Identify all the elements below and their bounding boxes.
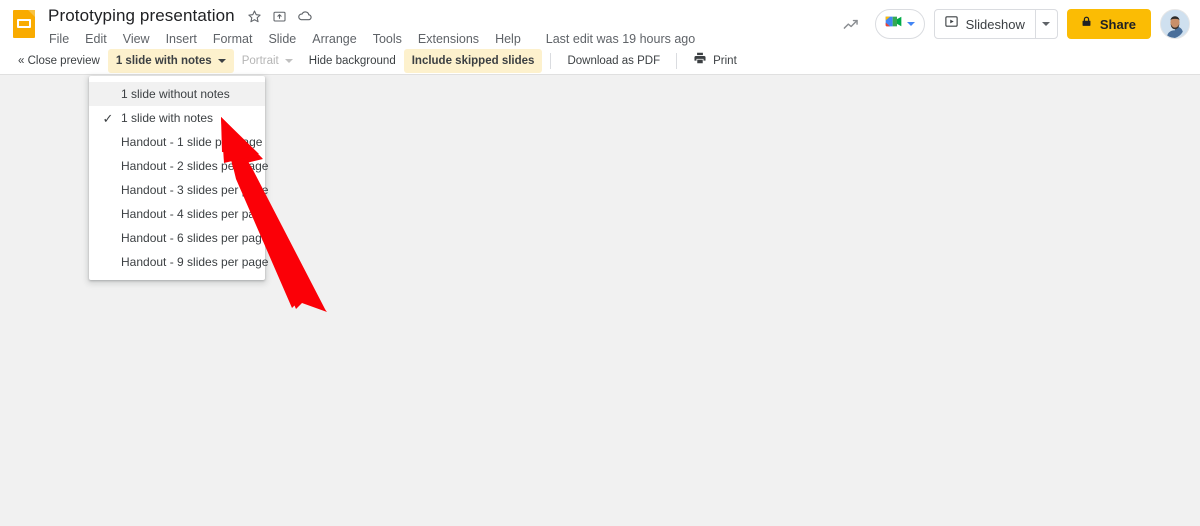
menu-item-slide[interactable]: Slide bbox=[267, 30, 297, 48]
orientation-select-label: Portrait bbox=[241, 55, 279, 67]
print-button[interactable]: Print bbox=[685, 48, 745, 74]
chevron-down-icon bbox=[1042, 22, 1051, 26]
slideshow-button-group: Slideshow bbox=[933, 9, 1058, 39]
menu-option-label: 1 slide with notes bbox=[121, 111, 214, 125]
menu-item-insert[interactable]: Insert bbox=[165, 30, 198, 48]
slideshow-button[interactable]: Slideshow bbox=[935, 10, 1035, 38]
present-play-icon bbox=[944, 14, 959, 34]
toolbar-divider bbox=[676, 53, 678, 69]
menu-item-view[interactable]: View bbox=[122, 30, 151, 48]
menu-option-label: 1 slide without notes bbox=[121, 87, 230, 101]
menu-option-handout-2-slides-per-page[interactable]: Handout - 2 slides per page bbox=[89, 154, 269, 178]
cloud-saved-icon[interactable] bbox=[297, 8, 313, 24]
menu-item-tools[interactable]: Tools bbox=[372, 30, 403, 48]
title-icon-group bbox=[247, 8, 313, 24]
print-label: Print bbox=[713, 55, 737, 67]
user-avatar[interactable] bbox=[1160, 9, 1190, 39]
title-and-menu: Prototyping presentation File Edit View … bbox=[48, 0, 695, 49]
menu-option-1-slide-with-notes[interactable]: ✓ 1 slide with notes bbox=[89, 106, 265, 130]
menu-bar: File Edit View Insert Format Slide Arran… bbox=[48, 29, 695, 49]
hide-background-button[interactable]: Hide background bbox=[301, 49, 404, 73]
menu-item-help[interactable]: Help bbox=[494, 30, 522, 48]
share-label: Share bbox=[1099, 16, 1136, 32]
lock-icon bbox=[1080, 15, 1093, 33]
menu-option-handout-1-slide-per-page[interactable]: Handout - 1 slide per page bbox=[89, 130, 265, 154]
slideshow-label: Slideshow bbox=[965, 16, 1025, 32]
google-slides-print-preview: Prototyping presentation File Edit View … bbox=[0, 0, 1200, 526]
menu-item-format[interactable]: Format bbox=[212, 30, 254, 48]
slides-logo-shape bbox=[13, 10, 35, 38]
move-to-folder-icon[interactable] bbox=[272, 9, 287, 24]
layout-dropdown-menu: 1 slide without notes ✓ 1 slide with not… bbox=[89, 76, 269, 280]
menu-option-label: Handout - 1 slide per page bbox=[121, 135, 263, 149]
title-row: Prototyping presentation bbox=[48, 4, 695, 28]
menu-option-label: Handout - 6 slides per page bbox=[121, 231, 269, 245]
menu-item-edit[interactable]: Edit bbox=[84, 30, 108, 48]
layout-select-button[interactable]: 1 slide with notes bbox=[107, 49, 234, 73]
chevron-down-icon bbox=[906, 22, 915, 26]
google-meet-icon bbox=[884, 13, 904, 35]
menu-option-handout-9-slides-per-page[interactable]: Handout - 9 slides per page bbox=[89, 250, 269, 274]
slideshow-dropdown-arrow[interactable] bbox=[1034, 10, 1057, 38]
last-edit-status[interactable]: Last edit was 19 hours ago bbox=[546, 32, 695, 46]
menu-option-handout-4-slides-per-page[interactable]: Handout - 4 slides per page bbox=[89, 202, 269, 226]
download-as-pdf-button[interactable]: Download as PDF bbox=[559, 49, 668, 73]
page-title[interactable]: Prototyping presentation bbox=[48, 5, 235, 27]
logo-fold bbox=[28, 10, 35, 17]
checkmark-icon: ✓ bbox=[102, 110, 114, 126]
menu-item-arrange[interactable]: Arrange bbox=[311, 30, 357, 48]
share-button[interactable]: Share bbox=[1066, 9, 1151, 39]
menu-option-1-slide-without-notes[interactable]: 1 slide without notes bbox=[89, 82, 265, 106]
google-slides-icon[interactable] bbox=[0, 0, 48, 48]
printer-icon bbox=[693, 51, 707, 71]
star-icon[interactable] bbox=[247, 9, 262, 24]
print-preview-toolbar: « Close preview 1 slide with notes Portr… bbox=[0, 48, 1200, 75]
menu-option-label: Handout - 2 slides per page bbox=[121, 159, 269, 173]
menu-option-label: Handout - 3 slides per page bbox=[121, 183, 269, 197]
orientation-select-button[interactable]: Portrait bbox=[234, 49, 301, 73]
menu-option-handout-6-slides-per-page[interactable]: Handout - 6 slides per page bbox=[89, 226, 269, 250]
menu-option-handout-3-slides-per-page[interactable]: Handout - 3 slides per page bbox=[89, 178, 269, 202]
google-meet-button[interactable] bbox=[874, 9, 925, 39]
close-preview-button[interactable]: « Close preview bbox=[10, 49, 108, 73]
menu-option-label: Handout - 4 slides per page bbox=[121, 207, 269, 221]
menu-item-extensions[interactable]: Extensions bbox=[417, 30, 480, 48]
include-skipped-slides-button[interactable]: Include skipped slides bbox=[403, 49, 543, 73]
chevron-down-icon bbox=[284, 59, 293, 63]
logo-inner-rect bbox=[17, 19, 31, 28]
layout-select-label: 1 slide with notes bbox=[115, 55, 212, 67]
header-actions: Slideshow Share bbox=[838, 0, 1200, 48]
app-header: Prototyping presentation File Edit View … bbox=[0, 0, 1200, 48]
trending-chart-icon[interactable] bbox=[838, 10, 866, 38]
menu-item-file[interactable]: File bbox=[48, 30, 70, 48]
toolbar-divider bbox=[550, 53, 552, 69]
menu-option-label: Handout - 9 slides per page bbox=[121, 255, 269, 269]
chevron-down-icon bbox=[217, 59, 226, 63]
